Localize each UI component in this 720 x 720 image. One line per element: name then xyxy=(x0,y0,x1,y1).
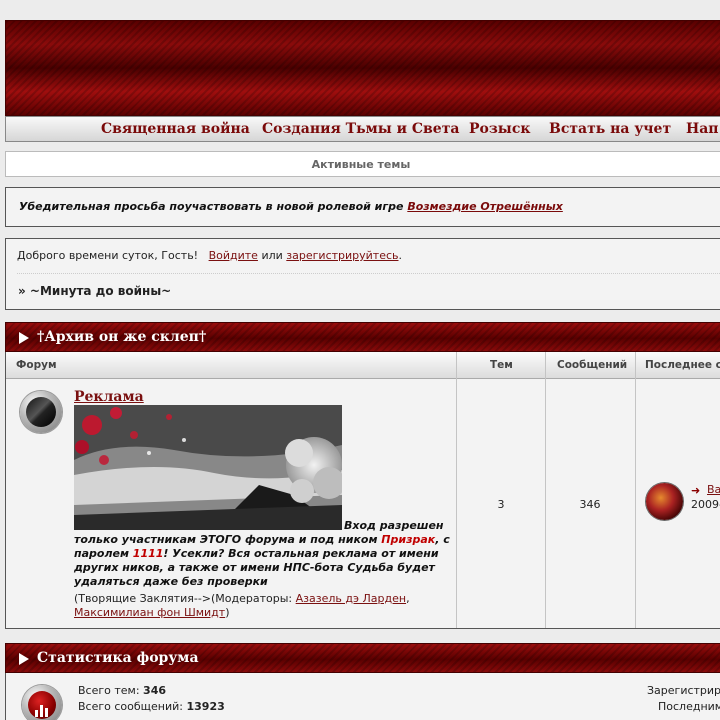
period-text: . xyxy=(398,249,403,262)
landscape-image xyxy=(74,405,342,530)
col-forum: Форум xyxy=(16,359,57,371)
moderators-line: (Творящие Заклятия-->(Модераторы: Азазел… xyxy=(74,592,452,620)
stats-box: Всего тем: 346 Всего сообщений: 13923 За… xyxy=(5,673,720,720)
active-topics-link[interactable]: Активные темы xyxy=(6,158,716,171)
nav-link-more[interactable]: Нап xyxy=(686,121,719,137)
arrow-right-icon: ➜ xyxy=(691,484,701,497)
stat-registered: Зарегистрир xyxy=(647,684,720,697)
column-divider xyxy=(635,352,636,628)
topics-count: 3 xyxy=(497,498,505,511)
col-last-post: Последнее со xyxy=(645,359,720,371)
register-link[interactable]: зарегистрируйтесь xyxy=(286,249,398,262)
forum-table: Форум Тем Сообщений Последнее со Реклама xyxy=(5,352,720,629)
last-post-date: 2009- xyxy=(691,498,720,511)
active-topics-bar: Активные темы xyxy=(5,151,720,177)
table-header: Форум Тем Сообщений Последнее со xyxy=(6,352,720,379)
announcement-text: Убедительная просьба поучаствовать в нов… xyxy=(19,200,563,213)
nav-link-creatures[interactable]: Создания Тьмы и Света xyxy=(262,121,459,137)
stat-topics-label: Всего тем: xyxy=(78,684,144,697)
stat-posts-value: 13923 xyxy=(186,700,225,713)
announcement-box: Убедительная просьба поучаствовать в нов… xyxy=(5,187,720,227)
greeting-text: Доброго времени суток, Гость! xyxy=(17,249,199,262)
stat-total-posts: Всего сообщений: 13923 xyxy=(78,700,225,713)
or-text: или xyxy=(261,249,283,262)
breadcrumb: » ~Минута до войны~ xyxy=(18,284,172,298)
stats-chart-icon xyxy=(22,685,62,720)
col-posts: Сообщений xyxy=(557,359,628,371)
stats-header: Статистика форума xyxy=(5,643,720,673)
forum-description: Вход разрешен только участникам ЭТОГО фо… xyxy=(74,519,452,589)
column-divider xyxy=(545,352,546,628)
stat-total-topics: Всего тем: 346 xyxy=(78,684,166,697)
desc-password: 1111 xyxy=(132,547,164,560)
last-post-link[interactable]: Ва xyxy=(707,483,720,496)
welcome-box: Доброго времени суток, Гость! Войдите ил… xyxy=(5,238,720,310)
stats-title: Статистика форума xyxy=(37,650,199,666)
main-nav: Священная война Создания Тьмы и Света Ро… xyxy=(5,116,720,142)
col-topics: Тем xyxy=(490,359,513,371)
announcement-link[interactable]: Возмездие Отрешённых xyxy=(407,200,563,213)
last-post-avatar[interactable] xyxy=(646,483,683,520)
divider xyxy=(17,273,720,274)
category-header: †Архив он же склеп† xyxy=(5,322,720,352)
header-banner xyxy=(5,20,720,116)
mods-suffix: ) xyxy=(225,606,230,619)
forum-status-icon xyxy=(20,391,62,433)
login-link[interactable]: Войдите xyxy=(209,249,258,262)
triangle-bullet-icon xyxy=(19,332,29,344)
category-title[interactable]: †Архив он же склеп† xyxy=(37,329,206,345)
mods-separator: , xyxy=(406,592,410,605)
stat-last-member: Последним xyxy=(658,700,720,713)
stat-posts-label: Всего сообщений: xyxy=(78,700,187,713)
mods-prefix: (Творящие Заклятия-->(Модераторы: xyxy=(74,592,296,605)
desc-nick: Призрак xyxy=(381,533,436,546)
moderator-link-1[interactable]: Азазель дэ Ларден xyxy=(296,592,406,605)
welcome-line: Доброго времени суток, Гость! Войдите ил… xyxy=(17,249,402,262)
posts-count: 346 xyxy=(579,498,601,511)
forum-banner-image xyxy=(74,405,342,530)
announcement-message: Убедительная просьба поучаствовать в нов… xyxy=(19,200,408,213)
nav-link-holy-war[interactable]: Священная война xyxy=(101,121,250,137)
stat-topics-value: 346 xyxy=(143,684,167,697)
nav-link-register-account[interactable]: Встать на учет xyxy=(549,121,671,137)
column-divider xyxy=(456,352,457,628)
moderator-link-2[interactable]: Максимилиан фон Шмидт xyxy=(74,606,225,619)
forum-name-link[interactable]: Реклама xyxy=(74,389,144,405)
triangle-bullet-icon xyxy=(19,653,29,665)
nav-link-wanted[interactable]: Розыск xyxy=(469,121,530,137)
